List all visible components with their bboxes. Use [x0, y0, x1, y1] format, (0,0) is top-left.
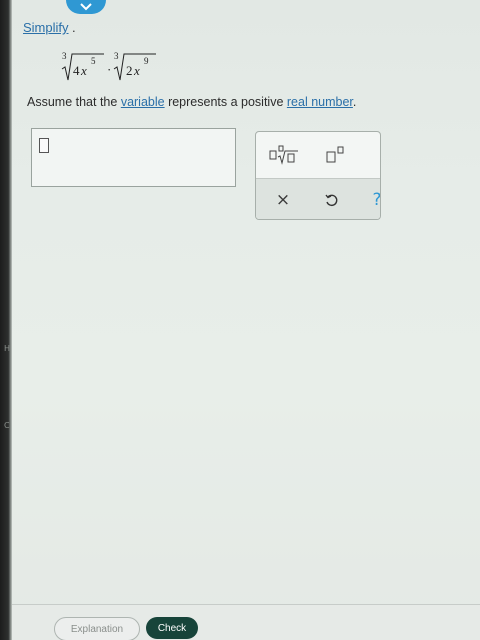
- assumption-text: Assume that the variable represents a po…: [27, 95, 356, 109]
- math-keypad: × ?: [255, 131, 381, 220]
- nth-root-template-icon: [269, 145, 298, 165]
- clear-button[interactable]: ×: [270, 188, 296, 212]
- radicand-exponent: 9: [144, 56, 149, 66]
- keypad-template-row: [256, 132, 380, 178]
- radicand-exponent: 5: [91, 56, 96, 66]
- bezel-mark: H: [4, 344, 11, 353]
- radical-expression: 3 4 x 5 · 3 2 x 9: [61, 51, 156, 81]
- assumption-prefix: Assume that the: [27, 95, 121, 109]
- radicand-variable: x: [80, 63, 87, 78]
- multiplication-operator: ·: [107, 62, 111, 77]
- bezel-mark: C: [4, 421, 10, 430]
- explanation-button[interactable]: Explanation: [54, 617, 140, 640]
- chevron-down-icon: [80, 3, 92, 11]
- radicand-coefficient: 2: [126, 63, 133, 78]
- superscript-button[interactable]: [322, 142, 350, 168]
- monitor-bezel: H C: [0, 0, 12, 640]
- radicand-variable: x: [133, 63, 140, 78]
- assumption-suffix: .: [352, 95, 357, 109]
- help-button[interactable]: ?: [364, 188, 381, 212]
- assumption-middle: represents a positive: [164, 95, 287, 109]
- clear-label: ×: [275, 190, 291, 210]
- collapse-tab-button[interactable]: [66, 0, 106, 14]
- help-label: ?: [372, 190, 381, 210]
- placeholder-box-icon: [39, 138, 49, 153]
- answer-input[interactable]: [31, 128, 236, 187]
- real-number-link[interactable]: real number: [287, 95, 353, 109]
- check-button[interactable]: Check: [146, 617, 198, 639]
- variable-link[interactable]: variable: [121, 95, 165, 109]
- instruction-period: .: [72, 20, 76, 35]
- nth-root-button[interactable]: [266, 142, 302, 168]
- instruction-link[interactable]: Simplify: [23, 20, 69, 35]
- undo-icon: [325, 194, 338, 207]
- undo-button[interactable]: [318, 188, 344, 212]
- superscript-template-icon: [326, 146, 344, 163]
- root-index: 3: [62, 51, 67, 61]
- keypad-action-row: × ?: [256, 178, 381, 219]
- footer-bar: Explanation Check: [12, 605, 480, 640]
- root-index: 3: [114, 51, 119, 61]
- radicand-coefficient: 4: [73, 63, 80, 78]
